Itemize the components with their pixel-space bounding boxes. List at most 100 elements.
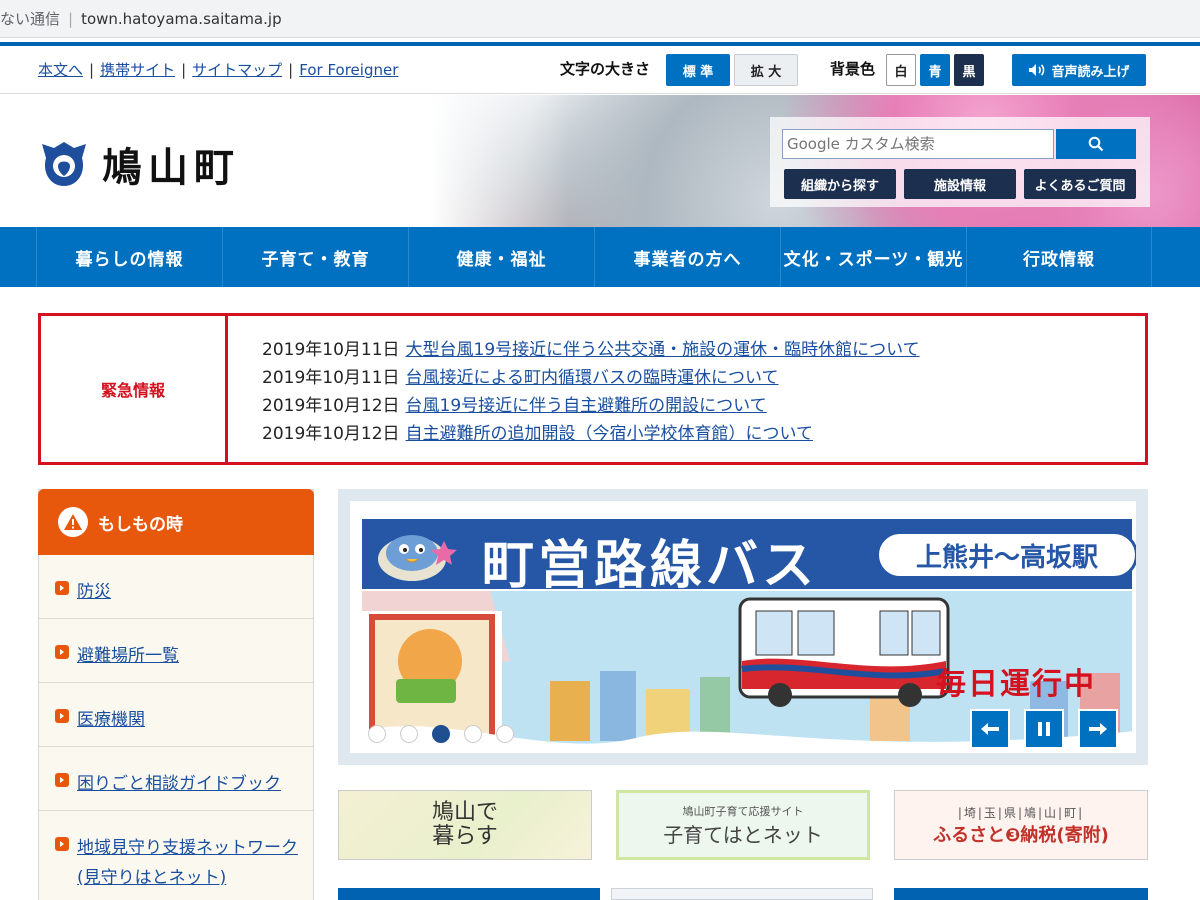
sidebar-link[interactable]: 地域見守り支援ネットワーク(見守りはとネット) xyxy=(77,833,303,893)
emergency-item: 2019年10月12日 自主避難所の追加開設（今宿小学校体育館）について xyxy=(262,420,920,448)
teaser-block-3[interactable] xyxy=(894,888,1148,900)
sidebar-link[interactable]: 避難場所一覧 xyxy=(77,641,179,666)
teaser-block-1[interactable] xyxy=(338,888,600,900)
browser-address-bar[interactable]: ない通信 | town.hatoyama.saitama.jp xyxy=(0,0,1200,38)
bus-title-text: 町営路線バス xyxy=(482,536,819,596)
sidebar-item-medical[interactable]: 医療機関 xyxy=(39,683,313,747)
slide-dot-4[interactable] xyxy=(464,725,482,743)
bg-color-label: 背景色 xyxy=(830,60,876,78)
banner-furusato-title: ふるさと❸納税(寄附) xyxy=(933,824,1109,846)
bg-blue-button[interactable]: 青 xyxy=(920,54,950,86)
arrow-bullet-icon xyxy=(55,709,69,723)
sidebar-title: もしもの時 xyxy=(98,514,183,535)
search-by-organization-button[interactable]: 組織から探す xyxy=(784,169,896,199)
bg-black-button[interactable]: 黒 xyxy=(954,54,984,86)
sidebar-header: もしもの時 xyxy=(38,489,314,555)
banner-childcare-site[interactable]: 鳩山町子育て応援サイト 子育てはとネット xyxy=(616,790,870,860)
arrow-bullet-icon xyxy=(55,773,69,787)
url-text[interactable]: town.hatoyama.saitama.jp xyxy=(81,10,282,28)
emergency-item: 2019年10月11日 大型台風19号接近に伴う公共交通・施設の運休・臨時休館につ… xyxy=(262,336,920,364)
nav-administration[interactable]: 行政情報 xyxy=(966,227,1152,287)
town-emblem-icon xyxy=(42,142,86,186)
faq-button[interactable]: よくあるご質問 xyxy=(1024,169,1136,199)
arrow-bullet-icon xyxy=(55,645,69,659)
slide-indicator xyxy=(368,725,528,743)
font-size-label: 文字の大きさ xyxy=(560,60,651,78)
banner-childcare-text: 鳩山町子育て応援サイト 子育てはとネット xyxy=(663,803,823,848)
sidebar-link[interactable]: 医療機関 xyxy=(77,705,145,730)
mobile-site-link[interactable]: 携帯サイト xyxy=(100,61,175,79)
voice-read-label: 音声読み上げ xyxy=(1051,64,1130,80)
nav-living[interactable]: 暮らしの情報 xyxy=(36,227,222,287)
slideshow: 町営路線バス 上熊井～高坂駅 毎日運行中 xyxy=(338,489,1148,765)
nav-health-welfare[interactable]: 健康・福祉 xyxy=(408,227,594,287)
slide-prev-button[interactable] xyxy=(970,709,1010,749)
slide-pause-button[interactable] xyxy=(1024,709,1064,749)
emergency-info-box: 緊急情報 2019年10月11日 大型台風19号接近に伴う公共交通・施設の運休・臨… xyxy=(38,313,1148,465)
voice-read-button[interactable]: 音声読み上げ xyxy=(1012,54,1146,86)
nav-childcare-education[interactable]: 子育て・教育 xyxy=(222,227,408,287)
pause-icon xyxy=(1038,722,1050,736)
site-logo[interactable]: 鳩山町 xyxy=(38,135,240,193)
bg-white-button[interactable]: 白 xyxy=(886,54,916,86)
sitemap-link[interactable]: サイトマップ xyxy=(192,61,282,79)
emergency-date: 2019年10月12日 xyxy=(262,396,400,416)
security-indicator[interactable]: ない通信 xyxy=(0,8,60,29)
slide-next-button[interactable] xyxy=(1078,709,1118,749)
search-button[interactable] xyxy=(1056,129,1136,159)
nav-culture-sports-tourism[interactable]: 文化・スポーツ・観光 xyxy=(780,227,966,287)
search-icon xyxy=(1088,136,1104,152)
emergency-date: 2019年10月11日 xyxy=(262,340,400,360)
site-header: 鳩山町 組織から探す 施設情報 よくあるご質問 xyxy=(0,95,1200,227)
banner-living-line1: 鳩山で xyxy=(431,800,498,825)
site-name: 鳩山町 xyxy=(102,144,240,191)
font-large-button[interactable]: 拡 大 xyxy=(734,54,798,86)
skip-to-content-link[interactable]: 本文へ xyxy=(38,61,83,79)
sidebar-link[interactable]: 防災 xyxy=(77,577,111,602)
banner-childcare-subtitle: 鳩山町子育て応援サイト xyxy=(682,804,804,818)
sidebar-item-evacuation-sites[interactable]: 避難場所一覧 xyxy=(39,619,313,683)
slide-bus[interactable]: 町営路線バス 上熊井～高坂駅 毎日運行中 xyxy=(350,501,1136,753)
bus-title-banner: 町営路線バス 上熊井～高坂駅 xyxy=(362,519,1136,596)
banner-furusato-text: |埼|玉|県|鳩|山|町| ふるさと❸納税(寄附) xyxy=(933,804,1109,847)
arrow-right-icon xyxy=(1089,723,1107,735)
banner-furusato-subtitle: |埼|玉|県|鳩|山|町| xyxy=(957,805,1085,820)
address-separator: | xyxy=(68,9,74,28)
teaser-block-2[interactable] xyxy=(611,888,873,900)
emergency-list: 2019年10月11日 大型台風19号接近に伴う公共交通・施設の運休・臨時休館につ… xyxy=(228,316,920,462)
sidebar-item-consultation-guide[interactable]: 困りごと相談ガイドブック xyxy=(39,747,313,811)
banner-furusato-tax[interactable]: |埼|玉|県|鳩|山|町| ふるさと❸納税(寄附) xyxy=(894,790,1148,860)
emergency-item: 2019年10月11日 台風接近による町内循環バスの臨時運休について xyxy=(262,364,920,392)
slide-dot-1[interactable] xyxy=(368,725,386,743)
emergency-link[interactable]: 台風接近による町内循環バスの臨時運休について xyxy=(406,368,779,388)
global-nav: 暮らしの情報 子育て・教育 健康・福祉 事業者の方へ 文化・スポーツ・観光 行政… xyxy=(0,227,1200,287)
arrow-left-icon xyxy=(981,723,999,735)
sidebar-item-disaster-prevention[interactable]: 防災 xyxy=(39,555,313,619)
search-panel: 組織から探す 施設情報 よくあるご質問 xyxy=(770,117,1150,207)
sidebar-item-watch-network[interactable]: 地域見守り支援ネットワーク(見守りはとネット) xyxy=(39,811,313,900)
speaker-icon xyxy=(1029,64,1045,76)
emergency-item: 2019年10月12日 台風19号接近に伴う自主避難所の開設について xyxy=(262,392,920,420)
slide-dot-3[interactable] xyxy=(432,725,450,743)
emergency-date: 2019年10月12日 xyxy=(262,424,400,444)
search-input[interactable] xyxy=(782,129,1054,159)
emergency-date: 2019年10月11日 xyxy=(262,368,400,388)
utility-bar: 本文へ | 携帯サイト | サイトマップ | For Foreigner 文字の大きさ 標 … xyxy=(0,46,1200,94)
bus-route-text: 上熊井～高坂駅 xyxy=(876,531,1136,579)
nav-business[interactable]: 事業者の方へ xyxy=(594,227,780,287)
for-foreigner-link[interactable]: For Foreigner xyxy=(299,61,398,79)
emergency-sidebar: もしもの時 防災 避難場所一覧 医療機関 困りごと相談ガイドブック 地域見守り支… xyxy=(38,489,314,900)
slide-dot-2[interactable] xyxy=(400,725,418,743)
banner-living-line2: 暮らす xyxy=(432,824,498,849)
banner-living-in-hatoyama[interactable]: 鳩山で 暮らす xyxy=(338,790,592,860)
utility-links: 本文へ | 携帯サイト | サイトマップ | For Foreigner xyxy=(38,61,399,79)
pigeon-mascot-icon xyxy=(378,535,457,581)
warning-icon xyxy=(58,507,88,537)
slide-dot-5[interactable] xyxy=(496,725,514,743)
facility-info-button[interactable]: 施設情報 xyxy=(904,169,1016,199)
emergency-link[interactable]: 台風19号接近に伴う自主避難所の開設について xyxy=(406,396,767,416)
emergency-link[interactable]: 自主避難所の追加開設（今宿小学校体育館）について xyxy=(406,424,814,444)
font-standard-button[interactable]: 標 準 xyxy=(666,54,730,86)
sidebar-link[interactable]: 困りごと相談ガイドブック xyxy=(77,769,281,794)
emergency-link[interactable]: 大型台風19号接近に伴う公共交通・施設の運休・臨時休館について xyxy=(406,340,920,360)
